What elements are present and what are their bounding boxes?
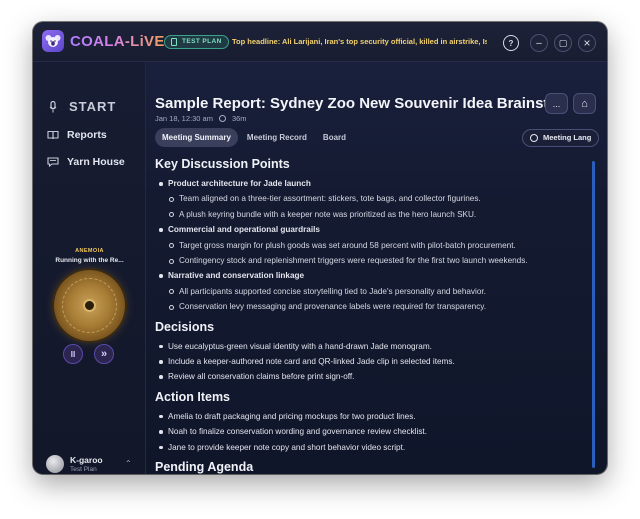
meeting-lang-label: Meeting Lang [543, 133, 592, 142]
title-bar: COALA-LiVE TEST PLAN Top headline: Ali L… [33, 22, 607, 62]
plan-badge-label: TEST PLAN [182, 38, 222, 45]
koala-logo-icon [42, 30, 64, 52]
list-item: Commercial and operational guardrails [155, 222, 587, 237]
app-window: COALA-LiVE TEST PLAN Top headline: Ali L… [33, 22, 607, 474]
maximize-icon: ▢ [558, 37, 568, 48]
home-icon: ⌂ [581, 97, 588, 110]
avatar [46, 455, 64, 473]
section-title-action-items: Action Items [155, 389, 231, 404]
close-icon: × [583, 36, 591, 50]
report-date: Jan 18, 12:30 am [155, 114, 213, 123]
now-playing-title: Running with the Re... [55, 257, 124, 264]
pause-icon: II [70, 349, 76, 359]
disc-center [83, 299, 96, 312]
user-profile[interactable]: K-garoo Test Plan [46, 455, 103, 473]
pause-button[interactable]: II [63, 344, 83, 364]
summary-content: Key Discussion Points Product architectu… [155, 157, 587, 474]
book-icon [47, 130, 59, 140]
sidebar: START Reports Yarn House ANEMOIA Running… [33, 62, 146, 474]
section-title-decisions: Decisions [155, 319, 215, 334]
sidebar-item-reports[interactable]: Reports [47, 129, 107, 141]
main-panel: Sample Report: Sydney Zoo New Souvenir I… [146, 62, 607, 474]
more-options-button[interactable]: ... [545, 93, 568, 114]
maximize-button[interactable]: ▢ [554, 34, 572, 52]
section-title-pending-agenda: Pending Agenda [155, 460, 254, 474]
list-item: Use eucalyptus-green visual identity wit… [155, 339, 587, 354]
help-button[interactable]: ? [503, 35, 519, 51]
list-subitem: A plush keyring bundle with a keeper not… [155, 207, 587, 222]
list-item: Product architecture for Jade launch [155, 176, 587, 191]
user-name: K-garoo [70, 455, 103, 465]
report-duration: 36m [231, 114, 247, 123]
minimize-icon: – [536, 37, 542, 49]
start-label: START [69, 99, 117, 114]
more-icon: ... [552, 98, 561, 109]
chevron-up-icon[interactable]: ⌃ [125, 459, 132, 468]
sidebar-item-label: Reports [67, 129, 107, 141]
list-subitem: Team aligned on a three-tier assortment:… [155, 191, 587, 206]
help-icon: ? [508, 38, 514, 48]
list-subitem: Target gross margin for plush goods was … [155, 238, 587, 253]
list-item: Jane to provide keeper note copy and sho… [155, 440, 587, 455]
now-playing-artist: ANEMOIA [75, 248, 104, 254]
scrollbar[interactable] [592, 161, 595, 468]
list-subitem: Contingency stock and replenishment trig… [155, 253, 587, 268]
tab-meeting-summary[interactable]: Meeting Summary [155, 128, 238, 147]
plan-badge: TEST PLAN [164, 35, 229, 49]
document-icon [171, 38, 177, 46]
news-ticker[interactable]: Top headline: Ali Larijani, Iran's top s… [232, 37, 487, 46]
fast-forward-icon: » [100, 348, 108, 360]
list-item: Noah to finalize conservation wording an… [155, 424, 587, 439]
microphone-icon [49, 100, 57, 112]
start-button[interactable]: START [49, 99, 116, 114]
tab-meeting-record[interactable]: Meeting Record [240, 128, 314, 147]
list-item: Narrative and conservation linkage [155, 268, 587, 283]
clock-icon [218, 115, 226, 122]
close-button[interactable]: × [578, 34, 596, 52]
report-tabs: Meeting Summary Meeting Record Board [155, 128, 353, 147]
list-item: Include a keeper-authored note card and … [155, 354, 587, 369]
user-plan: Test Plan [70, 466, 97, 473]
brand-name: COALA-LiVE [70, 33, 165, 50]
page-title: Sample Report: Sydney Zoo New Souvenir I… [155, 95, 545, 112]
tab-board[interactable]: Board [316, 128, 353, 147]
home-button[interactable]: ⌂ [573, 93, 596, 114]
list-subitem: Conservation levy messaging and provenan… [155, 299, 587, 314]
report-meta: Jan 18, 12:30 am 36m [155, 114, 247, 123]
album-art-disc [54, 270, 125, 341]
section-title-key-points: Key Discussion Points [155, 157, 290, 171]
next-track-button[interactable]: » [94, 344, 114, 364]
list-item: Review all conservation claims before pr… [155, 369, 587, 384]
list-item: Amelia to draft packaging and pricing mo… [155, 409, 587, 424]
meeting-lang-button[interactable]: Meeting Lang [522, 129, 600, 147]
globe-icon [530, 134, 538, 142]
sidebar-item-yarn-house[interactable]: Yarn House [47, 156, 125, 168]
chat-icon [47, 157, 59, 167]
list-subitem: All participants supported concise story… [155, 284, 587, 299]
minimize-button[interactable]: – [530, 34, 548, 52]
sidebar-item-label: Yarn House [67, 156, 125, 168]
